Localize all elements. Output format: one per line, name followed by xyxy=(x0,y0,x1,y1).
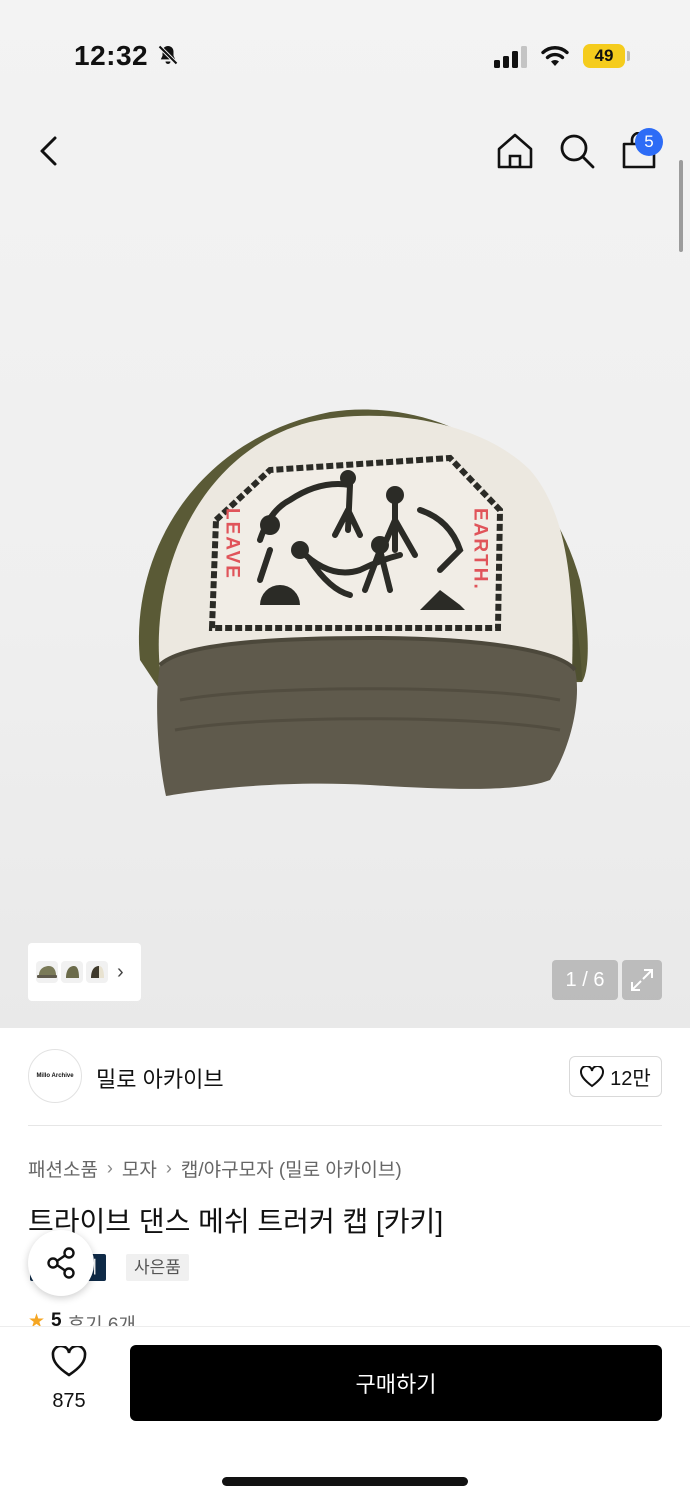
buy-button[interactable]: 구매하기 xyxy=(130,1345,662,1421)
cellular-signal-icon xyxy=(494,46,527,68)
battery-indicator: 49 xyxy=(583,44,625,68)
brand-name[interactable]: 밀로 아카이브 xyxy=(96,1062,224,1094)
share-icon xyxy=(47,1247,75,1279)
breadcrumb-item[interactable]: 모자 xyxy=(122,1155,157,1182)
scroll-indicator xyxy=(679,160,683,252)
thumbnail-strip[interactable]: › xyxy=(28,943,141,1001)
divider xyxy=(28,1125,662,1126)
brand-logo[interactable]: Millo Archive xyxy=(28,1049,82,1103)
chevron-left-icon xyxy=(40,136,57,166)
share-button[interactable] xyxy=(28,1230,94,1296)
product-image: LEAVE EARTH. xyxy=(138,409,588,796)
wifi-icon xyxy=(541,46,569,66)
home-icon xyxy=(497,133,533,169)
chevron-right-icon: › xyxy=(117,960,124,983)
home-button[interactable] xyxy=(493,129,537,173)
product-detail-page: 12:32 49 5 LEAVE EARTH. › 1 / 6 Millo Ar… xyxy=(0,0,690,1500)
status-bar: 12:32 49 xyxy=(0,0,690,110)
brand-like-button[interactable]: 12만 xyxy=(569,1056,662,1097)
bell-muted-icon xyxy=(158,45,178,65)
back-button[interactable] xyxy=(27,129,71,173)
expand-icon xyxy=(631,969,653,991)
chevron-right-icon: › xyxy=(165,1158,172,1178)
heart-icon xyxy=(580,1065,605,1087)
wishlist-count: 875 xyxy=(52,1390,86,1412)
gift-tag: 사은품 xyxy=(126,1254,189,1281)
cap-print-right: EARTH. xyxy=(470,508,491,591)
battery-cap xyxy=(627,51,630,61)
thumbnail-2[interactable] xyxy=(61,961,83,983)
thumbnail-1[interactable] xyxy=(36,961,58,983)
status-time: 12:32 xyxy=(74,40,149,71)
breadcrumb: 패션소품 › 모자 › 캡/야구모자 (밀로 아카이브) xyxy=(28,1155,402,1182)
breadcrumb-item[interactable]: 패션소품 xyxy=(28,1155,98,1182)
search-button[interactable] xyxy=(555,129,599,173)
cap-thumbnail-icon xyxy=(37,966,57,978)
image-counter: 1 / 6 xyxy=(552,960,618,1000)
chevron-right-icon: › xyxy=(106,1158,113,1178)
fullscreen-button[interactable] xyxy=(622,960,662,1000)
search-icon xyxy=(560,134,595,169)
brand-like-count: 12만 xyxy=(610,1068,651,1090)
thumbnail-3[interactable] xyxy=(86,961,108,983)
product-title: 트라이브 댄스 메쉬 트러커 캡 [카키] xyxy=(28,1206,444,1237)
cap-print-left: LEAVE xyxy=(222,508,243,580)
cart-count-badge: 5 xyxy=(635,128,663,156)
cap-thumbnail-icon xyxy=(91,966,104,978)
wishlist-button[interactable] xyxy=(40,1344,98,1383)
breadcrumb-item[interactable]: 캡/야구모자 (밀로 아카이브) xyxy=(181,1155,402,1182)
home-indicator[interactable] xyxy=(222,1477,468,1486)
heart-icon xyxy=(51,1344,87,1377)
cap-thumbnail-icon xyxy=(66,966,79,978)
brand-logo-text: Millo Archive xyxy=(36,1073,74,1079)
